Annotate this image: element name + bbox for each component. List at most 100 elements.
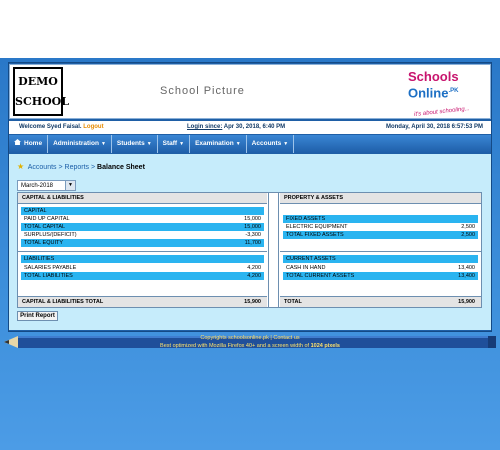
total-fixed-assets-row: TOTAL FIXED ASSETS 2,500	[283, 231, 478, 239]
chevron-down-icon: ▼	[179, 141, 185, 147]
logo-line-2: SCHOOL	[15, 95, 69, 108]
balance-sheet: CAPITAL & LIABILITIES CAPITAL PAID UP CA…	[17, 192, 482, 308]
login-since-value: Apr 30, 2018, 6:40 PM	[223, 124, 286, 130]
nav-administration-label: Administration	[53, 140, 99, 147]
nav-students-label: Students	[116, 140, 145, 147]
main-nav: Home Administration ▼ Students ▼ Staff ▼ Ex…	[9, 135, 491, 153]
nav-examination[interactable]: Examination ▼	[190, 135, 247, 153]
capital-liabilities-column: CAPITAL & LIABILITIES CAPITAL PAID UP CA…	[18, 193, 267, 307]
home-icon	[14, 139, 21, 145]
surplus-row: SURPLUS/(DEFICIT) -3,300	[21, 231, 264, 239]
nav-accounts-label: Accounts	[251, 140, 282, 147]
breadcrumb-separator: >	[58, 164, 63, 171]
total-current-assets-value: 13,400	[458, 273, 475, 279]
nav-home-label: Home	[24, 140, 43, 147]
equipment-value: 2,500	[461, 224, 475, 230]
breadcrumb-accounts[interactable]: Accounts	[28, 164, 57, 171]
liabilities-title-text: LIABILITIES	[24, 256, 55, 262]
contact-link[interactable]: Contact us	[273, 335, 299, 341]
nav-students[interactable]: Students ▼	[112, 135, 158, 153]
nav-examination-label: Examination	[195, 140, 234, 147]
left-total-row: CAPITAL & LIABILITIES TOTAL 15,900	[18, 296, 267, 307]
left-header: CAPITAL & LIABILITIES	[18, 193, 267, 204]
cash-value: 13,400	[458, 265, 475, 271]
brand-part1: Schools	[408, 69, 459, 84]
total-fixed-assets-value: 2,500	[461, 232, 475, 238]
print-report-button[interactable]: Print Report	[17, 311, 58, 321]
star-icon: ★	[17, 162, 25, 171]
paid-up-label: PAID UP CAPITAL	[24, 216, 70, 222]
brand-suffix: .PK	[448, 88, 459, 94]
chevron-down-icon: ▼	[146, 141, 152, 147]
logo-line-1: DEMO	[18, 75, 58, 88]
liabilities-title: LIABILITIES	[21, 255, 264, 263]
school-logo[interactable]: DEMO SCHOOL	[13, 67, 69, 116]
right-header: PROPERTY & ASSETS	[280, 193, 481, 204]
total-current-assets-row: TOTAL CURRENT ASSETS 13,400	[283, 272, 478, 280]
fixed-assets-title-text: FIXED ASSETS	[286, 216, 326, 222]
period-select[interactable]: March-2018 ▼	[17, 180, 76, 191]
equipment-label: ELECTRIC EQUIPMENT	[286, 224, 348, 230]
breadcrumb-reports[interactable]: Reports	[65, 164, 90, 171]
total-liabilities-label: TOTAL LIABILITIES	[24, 273, 73, 279]
divider	[280, 251, 481, 252]
property-assets-column: PROPERTY & ASSETS FIXED ASSETS ELECTRIC …	[280, 193, 481, 307]
chevron-down-icon: ▼	[283, 141, 289, 147]
footer: Copyrights schoolsonline.pk | Contact us…	[160, 335, 340, 349]
salaries-label: SALARIES PAYABLE	[24, 265, 77, 271]
period-select-value: March-2018	[21, 183, 54, 189]
chevron-down-icon[interactable]: ▼	[65, 181, 75, 190]
schoolsonline-logo[interactable]: Schools Online.PK it's about schooling..…	[408, 69, 476, 119]
total-capital-value: 15,000	[244, 224, 261, 230]
total-equity-value: 11,700	[244, 240, 261, 246]
divider	[18, 251, 267, 252]
nav-staff-label: Staff	[162, 140, 178, 147]
total-liabilities-row: TOTAL LIABILITIES 4,200	[21, 272, 264, 280]
breadcrumb-current: Balance Sheet	[97, 164, 145, 171]
salaries-value: 4,200	[247, 265, 261, 271]
breadcrumb-separator: >	[91, 164, 96, 171]
chevron-down-icon: ▼	[235, 141, 241, 147]
nav-accounts[interactable]: Accounts ▼	[247, 135, 295, 153]
total-fixed-assets-label: TOTAL FIXED ASSETS	[286, 232, 344, 238]
welcome-greeting: Welcome Syed Faisal.	[19, 124, 82, 130]
surplus-value: -3,300	[245, 232, 261, 238]
nav-home[interactable]: Home	[9, 135, 49, 153]
header-banner: DEMO SCHOOL School Picture Schools Onlin…	[9, 64, 491, 119]
right-total-label: TOTAL	[284, 299, 302, 305]
capital-title: CAPITAL	[21, 207, 264, 215]
main-content: ★ Accounts > Reports > Balance Sheet Mar…	[9, 154, 491, 330]
fixed-assets-title: FIXED ASSETS	[283, 215, 478, 223]
current-datetime: Monday, April 30, 2018 6:57:53 PM	[385, 124, 483, 130]
login-since-label: Login since:	[187, 124, 223, 130]
capital-title-text: CAPITAL	[24, 208, 47, 214]
left-total-value: 15,900	[244, 299, 261, 305]
paid-up-value: 15,000	[244, 216, 261, 222]
cash-label: CASH IN HAND	[286, 265, 326, 271]
nav-administration[interactable]: Administration ▼	[48, 135, 112, 153]
total-liabilities-value: 4,200	[247, 273, 261, 279]
total-equity-label: TOTAL EQUITY	[24, 240, 64, 246]
paid-up-row: PAID UP CAPITAL 15,000	[21, 215, 264, 223]
left-total-label: CAPITAL & LIABILITIES TOTAL	[22, 299, 104, 305]
right-total-value: 15,900	[458, 299, 475, 305]
current-assets-title: CURRENT ASSETS	[283, 255, 478, 263]
equipment-row: ELECTRIC EQUIPMENT 2,500	[283, 223, 478, 231]
logout-link[interactable]: Logout	[83, 124, 103, 130]
welcome-strip: Welcome Syed Faisal. Logout Login since:…	[9, 121, 491, 134]
total-equity-row: TOTAL EQUITY 11,700	[21, 239, 264, 247]
chevron-down-icon: ▼	[100, 141, 106, 147]
breadcrumb: ★ Accounts > Reports > Balance Sheet	[17, 162, 145, 171]
brand-tagline: it's about schooling...	[413, 106, 471, 119]
salaries-row: SALARIES PAYABLE 4,200	[21, 264, 264, 272]
total-capital-row: TOTAL CAPITAL 15,000	[21, 223, 264, 231]
brand-part2: Online	[408, 85, 449, 101]
total-current-assets-label: TOTAL CURRENT ASSETS	[286, 273, 355, 279]
optimized-width: 1024 pixels	[310, 343, 340, 349]
nav-staff[interactable]: Staff ▼	[158, 135, 191, 153]
school-picture: School Picture	[160, 85, 245, 97]
cash-row: CASH IN HAND 13,400	[283, 264, 478, 272]
right-total-row: TOTAL 15,900	[280, 296, 481, 307]
surplus-label: SURPLUS/(DEFICIT)	[24, 232, 77, 238]
copyright-text: Copyrights schoolsonline.pk	[200, 335, 269, 341]
